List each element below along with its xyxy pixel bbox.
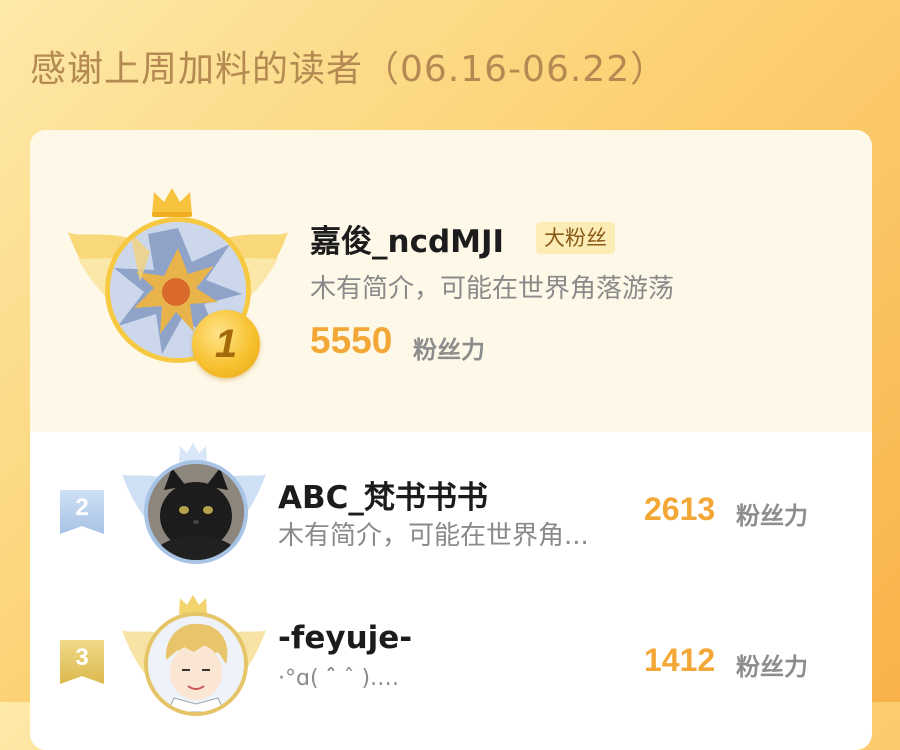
reader-ranking-card: 1 嘉俊_ncdMJI 大粉丝 木有简介，可能在世界角落游荡 5550 粉丝力 … xyxy=(30,130,872,750)
reader-2-score-unit: 粉丝力 xyxy=(736,502,808,530)
reader-2-score: 2613 xyxy=(644,491,716,527)
rank-2-number: 2 xyxy=(75,494,89,521)
rank-3-badge: 3 xyxy=(60,640,104,684)
reader-2-bio: 木有简介，可能在世界角... xyxy=(278,521,589,551)
reader-3-score-unit: 粉丝力 xyxy=(736,653,808,681)
fan-level-tag: 大粉丝 xyxy=(536,222,615,254)
reader-2-avatar[interactable] xyxy=(144,460,248,564)
reader-row-rank-3[interactable]: 3 -feyuje- ·°ɑ( ˆ̑ ˆ ).… 1412 粉丝力 xyxy=(30,592,872,750)
top-reader-score-unit: 粉丝力 xyxy=(413,336,485,364)
top-reader-name[interactable]: 嘉俊_ncdMJI xyxy=(310,216,504,261)
reader-3-name[interactable]: -feyuje- xyxy=(278,620,412,656)
page-heading: 感谢上周加料的读者（06.16-06.22） xyxy=(30,49,668,90)
crown-icon xyxy=(152,188,192,217)
reader-3-avatar[interactable] xyxy=(144,612,248,716)
reader-3-score: 1412 xyxy=(644,642,716,678)
black-cat-avatar-icon xyxy=(148,464,244,560)
rank-3-number: 3 xyxy=(75,644,89,671)
reader-row-rank-2[interactable]: 2 ABC_梵书书书 木有简介，可能在世界角... 2613 粉丝力 xyxy=(30,432,872,592)
rank-2-badge: 2 xyxy=(60,490,104,534)
rank-1-badge: 1 xyxy=(192,310,260,378)
top-reader-score: 5550 xyxy=(310,320,393,361)
top-reader-section[interactable]: 1 嘉俊_ncdMJI 大粉丝 木有简介，可能在世界角落游荡 5550 粉丝力 xyxy=(30,130,872,432)
reader-3-bio: ·°ɑ( ˆ̑ ˆ ).… xyxy=(278,666,400,691)
anime-boy-avatar-icon xyxy=(148,616,244,712)
top-reader-bio: 木有简介，可能在世界角落游荡 xyxy=(310,274,675,304)
reader-2-name[interactable]: ABC_梵书书书 xyxy=(278,472,488,517)
